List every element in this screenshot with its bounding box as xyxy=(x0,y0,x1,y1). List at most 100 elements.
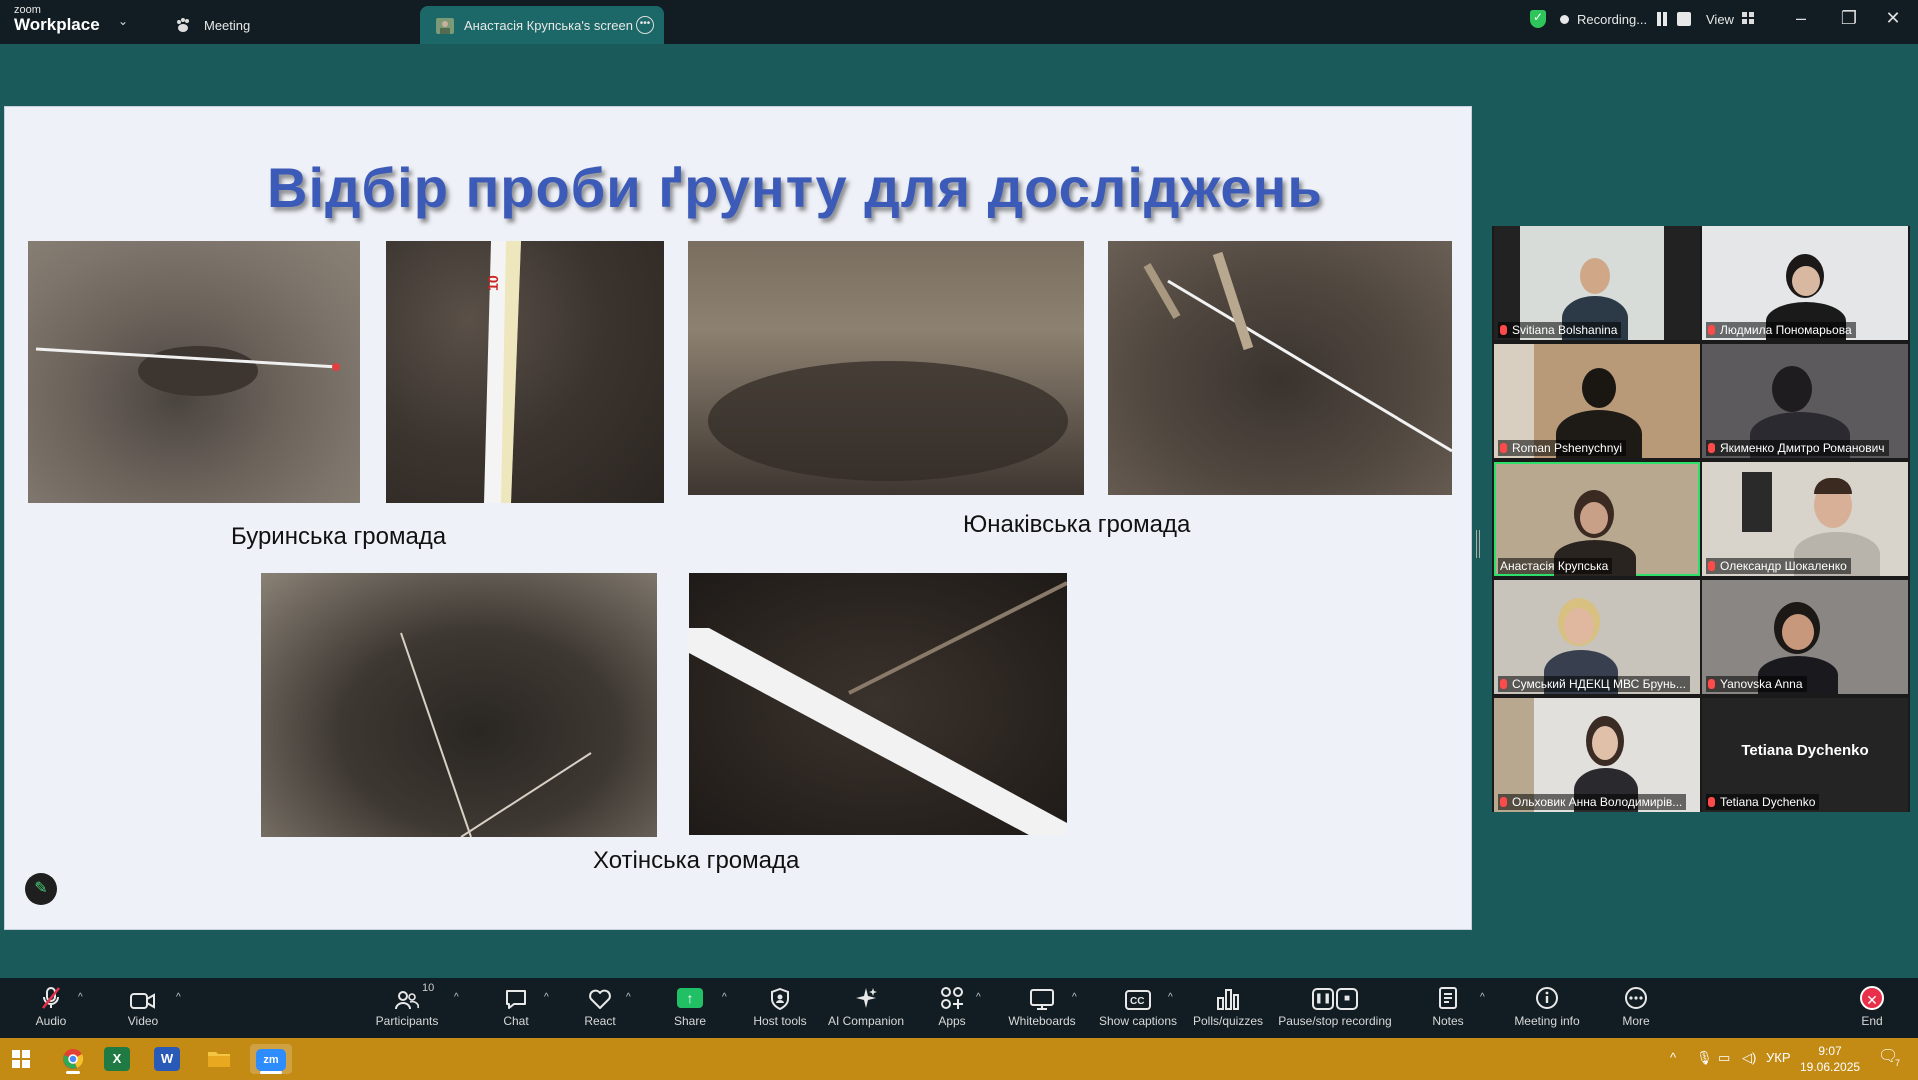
bar-chart-icon xyxy=(1190,978,1266,1010)
stop-icon: ■ xyxy=(1336,988,1358,1010)
participant-name: Сумський НДЕКЦ МВС Брунь... xyxy=(1498,676,1690,692)
soil-photo-khotinska-2 xyxy=(689,573,1067,835)
react-caret-icon[interactable]: ^ xyxy=(626,992,631,1003)
close-window-icon[interactable]: ✕ xyxy=(1878,8,1908,29)
participant-tile[interactable]: Олександр Шокаленко xyxy=(1702,462,1908,576)
chat-caret-icon[interactable]: ^ xyxy=(544,992,549,1003)
view-button[interactable]: View xyxy=(1706,12,1754,27)
ai-companion-button[interactable]: AI Companion xyxy=(826,978,906,1038)
polls-button[interactable]: Polls/quizzes xyxy=(1190,978,1266,1038)
whiteboards-button[interactable]: Whiteboards xyxy=(1006,978,1078,1038)
encryption-shield-icon[interactable] xyxy=(1530,10,1546,28)
notes-button[interactable]: Notes xyxy=(1428,978,1468,1038)
mic-muted-icon xyxy=(1500,325,1507,335)
audio-button[interactable]: Audio xyxy=(28,978,74,1038)
zoom-taskbar-icon[interactable]: zm xyxy=(250,1044,292,1074)
participant-tile[interactable]: Svitiana Bolshanina xyxy=(1494,226,1700,340)
participant-display-name: Tetiana Dychenko xyxy=(1741,742,1869,759)
annotate-pen-icon[interactable]: ✎ xyxy=(25,873,57,905)
participant-tile-active-speaker[interactable]: Анастасія Крупська xyxy=(1494,462,1700,576)
soil-photo-burynska-2: 10 xyxy=(386,241,664,503)
more-button[interactable]: More xyxy=(1616,978,1656,1038)
zoom-logo[interactable]: zoom Workplace xyxy=(14,5,100,34)
participant-tile[interactable]: Ольховик Анна Володимирів... xyxy=(1494,698,1700,812)
notes-caret-icon[interactable]: ^ xyxy=(1480,992,1485,1003)
soil-photo-burynska-1 xyxy=(28,241,360,503)
mic-muted-icon xyxy=(1500,797,1507,807)
pause-recording-button[interactable] xyxy=(1655,12,1669,26)
mic-muted-icon xyxy=(1500,443,1507,453)
shield-icon xyxy=(750,978,810,1010)
participant-name: Олександр Шокаленко xyxy=(1706,558,1851,574)
participant-avatar-icon xyxy=(436,18,454,34)
participant-tile[interactable]: Якименко Дмитро Романович xyxy=(1702,344,1908,458)
microphone-tray-icon[interactable]: 🎙 xyxy=(1696,1050,1713,1066)
restore-window-icon[interactable]: ❐ xyxy=(1834,8,1864,29)
end-meeting-button[interactable]: ✕ End xyxy=(1852,978,1892,1038)
svg-text:10: 10 xyxy=(485,275,502,291)
chrome-icon[interactable] xyxy=(56,1044,90,1074)
input-language[interactable]: УКР xyxy=(1766,1050,1791,1065)
host-tools-button[interactable]: Host tools xyxy=(750,978,810,1038)
excel-icon[interactable]: X xyxy=(104,1047,130,1071)
whiteboard-icon xyxy=(1006,978,1078,1010)
file-explorer-icon[interactable] xyxy=(202,1044,236,1074)
participants-caret-icon[interactable]: ^ xyxy=(454,992,459,1003)
audio-options-caret-icon[interactable]: ^ xyxy=(78,992,83,1003)
participant-name: Roman Pshenychnyi xyxy=(1498,440,1627,456)
participant-name: Yanovska Anna xyxy=(1706,676,1807,692)
chat-button[interactable]: Chat xyxy=(496,978,536,1038)
stop-recording-button[interactable] xyxy=(1677,12,1692,26)
volume-icon[interactable]: ◁) xyxy=(1742,1050,1756,1066)
participant-tile[interactable]: Сумський НДЕКЦ МВС Брунь... xyxy=(1494,580,1700,694)
svg-text:CC: CC xyxy=(1130,996,1144,1007)
participant-tile[interactable]: Людмила Пономарьова xyxy=(1702,226,1908,340)
caption-yunakivska: Юнаківська громада xyxy=(963,511,1191,538)
system-clock[interactable]: 9:07 19.06.2025 xyxy=(1800,1043,1860,1075)
paw-icon xyxy=(176,18,194,32)
end-call-icon: ✕ xyxy=(1860,986,1884,1010)
share-caret-icon[interactable]: ^ xyxy=(722,992,727,1003)
top-bar: zoom Workplace ⌄ Meeting Анастасія Крупс… xyxy=(0,0,1918,44)
word-icon[interactable]: W xyxy=(154,1047,180,1071)
windows-taskbar: X W zm ^ 🎙 ▭ ◁) УКР 9:07 19.06.2025 🗨 7 xyxy=(0,1038,1918,1080)
captions-caret-icon[interactable]: ^ xyxy=(1168,992,1173,1003)
chevron-down-icon[interactable]: ⌄ xyxy=(118,14,128,28)
mic-muted-icon xyxy=(1708,325,1715,335)
participant-name: Анастасія Крупська xyxy=(1498,558,1613,574)
caption-khotinska: Хотінська громада xyxy=(593,847,800,874)
pause-icon: ❚❚ xyxy=(1312,988,1334,1010)
gallery-resize-handle[interactable] xyxy=(1476,530,1480,558)
video-button[interactable]: Video xyxy=(120,978,166,1038)
show-hidden-icons-chevron-icon[interactable]: ^ xyxy=(1670,1050,1676,1065)
react-button[interactable]: React xyxy=(580,978,620,1038)
share-button[interactable]: ↑ Share xyxy=(670,978,710,1038)
apps-caret-icon[interactable]: ^ xyxy=(976,992,981,1003)
windows-start-icon[interactable] xyxy=(4,1044,38,1074)
show-captions-button[interactable]: CC Show captions xyxy=(1098,978,1178,1038)
participant-tile[interactable]: Tetiana Dychenko Tetiana Dychenko xyxy=(1702,698,1908,812)
chat-bubble-icon xyxy=(496,978,536,1010)
recording-status: Recording... xyxy=(1530,10,1692,28)
network-icon[interactable]: ▭ xyxy=(1718,1050,1730,1066)
info-icon xyxy=(1508,978,1586,1010)
participant-tile[interactable]: Yanovska Anna xyxy=(1702,580,1908,694)
participant-name: Tetiana Dychenko xyxy=(1706,794,1820,810)
video-options-caret-icon[interactable]: ^ xyxy=(176,992,181,1003)
video-camera-icon xyxy=(120,978,166,1010)
tab-meeting[interactable]: Meeting xyxy=(160,6,266,44)
tab-shared-screen[interactable]: Анастасія Крупська's screen ••• xyxy=(420,6,664,44)
participant-name: Svitiana Bolshanina xyxy=(1498,322,1622,338)
whiteboards-caret-icon[interactable]: ^ xyxy=(1072,992,1077,1003)
minimize-window-icon[interactable]: – xyxy=(1786,8,1816,29)
participant-count-badge: 10 xyxy=(422,982,435,994)
participant-name: Якименко Дмитро Романович xyxy=(1706,440,1889,456)
meeting-info-button[interactable]: Meeting info xyxy=(1508,978,1586,1038)
more-options-icon[interactable]: ••• xyxy=(636,16,654,34)
participant-tile[interactable]: Roman Pshenychnyi xyxy=(1494,344,1700,458)
apps-button[interactable]: Apps xyxy=(932,978,972,1038)
mic-muted-icon xyxy=(28,978,74,1010)
mic-muted-icon xyxy=(1708,797,1715,807)
pause-stop-recording-button[interactable]: ❚❚ ■ Pause/stop recording xyxy=(1278,978,1392,1038)
mic-muted-icon xyxy=(1708,443,1715,453)
